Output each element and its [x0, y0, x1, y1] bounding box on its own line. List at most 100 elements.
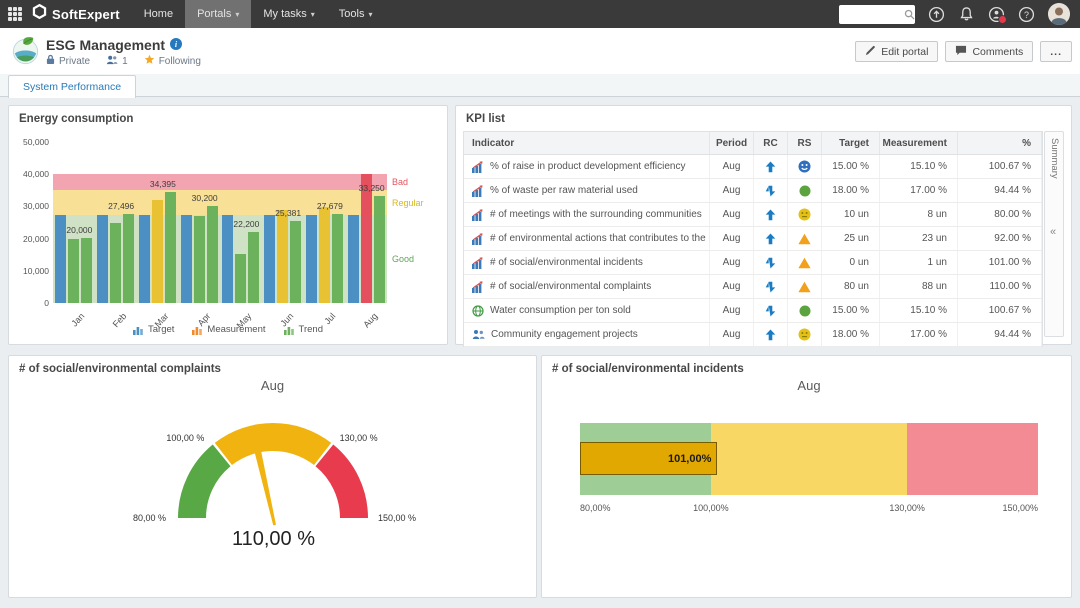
- info-icon[interactable]: i: [170, 37, 182, 53]
- kpi-measurement: 17.00 %: [880, 323, 958, 346]
- kpi-percent: 100.67 %: [958, 155, 1042, 178]
- kpi-row[interactable]: # of meetings with the surrounding commu…: [464, 203, 1042, 227]
- bar-measurement: [152, 200, 163, 303]
- menu-item-tools[interactable]: Tools▾: [327, 0, 385, 28]
- help-icon[interactable]: ?: [1018, 6, 1035, 23]
- apps-grid-icon[interactable]: [8, 7, 23, 22]
- svg-text:?: ?: [1024, 9, 1029, 19]
- bar-trend: [248, 232, 259, 303]
- summary-label: Summary: [1049, 138, 1060, 179]
- menu-item-my-tasks[interactable]: My tasks▾: [251, 0, 326, 28]
- pending-activities-icon[interactable]: [988, 6, 1005, 23]
- collapse-panel-icon[interactable]: «: [1050, 226, 1056, 238]
- user-avatar[interactable]: [1048, 3, 1070, 25]
- rs-status-dot-green-icon: [788, 179, 822, 202]
- rc-trend-up-icon: [754, 203, 788, 226]
- complaints-gauge-chart: 80,00 %100,00 %130,00 %150,00 %: [9, 356, 536, 597]
- comments-button[interactable]: Comments: [945, 41, 1033, 62]
- kpi-indicator: % of waste per raw material used: [464, 179, 710, 202]
- zone-bad: [53, 174, 387, 190]
- gauge-tick-label: 130,00 %: [340, 433, 378, 443]
- search-icon[interactable]: [904, 9, 915, 20]
- community-icon: [472, 329, 485, 340]
- rc-trend-down-icon: [754, 251, 788, 274]
- page-title: ESG Management: [46, 37, 165, 53]
- kpi-indicator: % of raise in product development effici…: [464, 155, 710, 178]
- y-axis-tick: 50,000: [9, 137, 49, 147]
- app-window: SoftExpert HomePortals▾My tasks▾Tools▾ ?: [0, 0, 1080, 608]
- legend-item-target[interactable]: Target: [133, 324, 174, 335]
- members-badge[interactable]: 1: [106, 55, 128, 68]
- kpi-target: 80 un: [822, 275, 880, 298]
- global-search: [839, 5, 915, 24]
- summary-side-tab[interactable]: Summary «: [1044, 131, 1064, 337]
- comments-label: Comments: [972, 46, 1023, 58]
- global-search-input[interactable]: [844, 6, 904, 23]
- bullet-tick-label: 100,00%: [686, 503, 736, 513]
- pencil-icon: [865, 45, 876, 59]
- kpi-period: Aug: [710, 227, 754, 250]
- kpi-chart-icon: [472, 233, 484, 245]
- kpi-measurement: 8 un: [880, 203, 958, 226]
- gauge-value: 110,00 %: [9, 528, 538, 551]
- legend-item-measurement[interactable]: Measurement: [192, 324, 265, 335]
- y-axis-tick: 30,000: [9, 201, 49, 211]
- bullet-tick-label: 130,00%: [882, 503, 932, 513]
- rc-trend-up-icon: [754, 323, 788, 346]
- kpi-measurement: 15.10 %: [880, 299, 958, 322]
- kpi-target: 15.00 %: [822, 299, 880, 322]
- following-label: Following: [159, 56, 201, 67]
- menu-item-home[interactable]: Home: [132, 0, 185, 28]
- more-options-button[interactable]: ...: [1040, 41, 1072, 62]
- kpi-measurement: 1 un: [880, 251, 958, 274]
- kpi-period: Aug: [710, 299, 754, 322]
- main-menu: HomePortals▾My tasks▾Tools▾: [132, 0, 385, 28]
- bar-measurement: [235, 254, 246, 303]
- following-badge[interactable]: Following: [144, 54, 201, 68]
- gauge-needle: [253, 443, 278, 526]
- legend-item-trend[interactable]: Trend: [284, 324, 323, 335]
- edit-portal-label: Edit portal: [881, 46, 928, 58]
- bullet-measure-bar: 101,00%: [580, 442, 717, 475]
- edit-portal-button[interactable]: Edit portal: [855, 41, 938, 62]
- kpi-target: 18.00 %: [822, 323, 880, 346]
- chevron-down-icon: ▾: [368, 10, 372, 19]
- kpi-row[interactable]: Water consumption per ton soldAug15.00 %…: [464, 299, 1042, 323]
- gauge-tick-label: 100,00 %: [166, 433, 204, 443]
- zone-label-good: Good: [392, 254, 414, 264]
- brand-logo[interactable]: SoftExpert: [32, 4, 120, 24]
- quick-access-icon[interactable]: [928, 6, 945, 23]
- kpi-indicator: Community engagement projects: [464, 323, 710, 346]
- kpi-table-header: IndicatorPeriodRCRSTargetMeasurement%: [464, 132, 1042, 155]
- bar-measurement: [110, 223, 121, 304]
- bullet-band: [711, 423, 907, 495]
- zone-label-regular: Regular: [392, 198, 424, 208]
- notifications-bell-icon[interactable]: [958, 6, 975, 23]
- panel-energy-consumption: Energy consumption GoodRegularBad010,000…: [8, 105, 448, 345]
- bullet-band: [907, 423, 1038, 495]
- rs-status-triangle-icon: [788, 251, 822, 274]
- column-header-indicator: Indicator: [464, 132, 710, 154]
- column-header-measurement: Measurement: [880, 132, 958, 154]
- tab-system-performance[interactable]: System Performance: [8, 75, 136, 98]
- privacy-badge: Private: [46, 54, 90, 68]
- y-axis-tick: 10,000: [9, 266, 49, 276]
- bar-measurement: [277, 210, 288, 303]
- kpi-indicator: # of social/environmental complaints: [464, 275, 710, 298]
- gauge-segment: [178, 445, 230, 518]
- kpi-row[interactable]: # of social/environmental complaintsAug8…: [464, 275, 1042, 299]
- kpi-period: Aug: [710, 179, 754, 202]
- kpi-row[interactable]: % of raise in product development effici…: [464, 155, 1042, 179]
- kpi-row[interactable]: % of waste per raw material usedAug18.00…: [464, 179, 1042, 203]
- bullet-tick-label: 150,00%: [998, 503, 1038, 513]
- menu-item-portals[interactable]: Portals▾: [185, 0, 251, 28]
- kpi-row[interactable]: # of environmental actions that contribu…: [464, 227, 1042, 251]
- y-axis-tick: 20,000: [9, 234, 49, 244]
- bar-value-label: 27,679: [300, 201, 360, 211]
- panel-kpi-list: KPI list IndicatorPeriodRCRSTargetMeasur…: [455, 105, 1072, 345]
- kpi-row[interactable]: Community engagement projectsAug18.00 %1…: [464, 323, 1042, 347]
- kpi-row[interactable]: # of social/environmental incidentsAug0 …: [464, 251, 1042, 275]
- bar-measurement: [319, 207, 330, 303]
- column-header-period: Period: [710, 132, 754, 154]
- kpi-percent: 94.44 %: [958, 323, 1042, 346]
